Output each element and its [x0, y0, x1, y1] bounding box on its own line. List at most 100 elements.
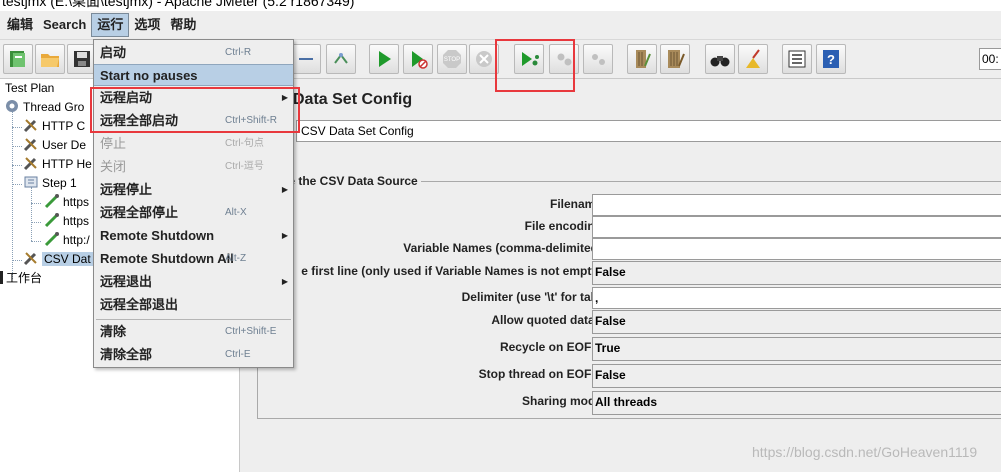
stop-button[interactable]: STOP	[437, 44, 467, 74]
reset-search-button[interactable]	[738, 44, 768, 74]
menu-item-clear[interactable]: 清除 Ctrl+Shift-E	[94, 321, 293, 343]
minus-icon	[299, 58, 313, 60]
csv-source-fieldset: gure the CSV Data Source Filename: File …	[257, 174, 1001, 419]
recycle-eof-select[interactable]: True	[592, 337, 1001, 361]
menu-item-label: 远程停止	[100, 182, 153, 197]
variable-names-field[interactable]	[592, 238, 1001, 260]
menu-item-shutdown[interactable]: 关闭 Ctrl-逗号	[94, 156, 293, 178]
remote-exit-icon	[592, 54, 605, 65]
allow-quoted-select[interactable]: False	[592, 310, 1001, 334]
submenu-arrow-icon: ▶	[281, 231, 288, 240]
file-encoding-field[interactable]	[592, 216, 1001, 238]
function-helper-button[interactable]	[782, 44, 812, 74]
menu-item-label: 远程退出	[100, 274, 153, 289]
name-field[interactable]: CSV Data Set Config	[296, 120, 1001, 142]
menu-item-accelerator: Ctrl-逗号	[225, 161, 264, 172]
menu-item-accelerator: Ctrl+Shift-E	[225, 326, 277, 337]
menu-item-label: 启动	[100, 45, 127, 60]
menu-item-accelerator: Alt-X	[225, 207, 247, 218]
tree-node-https-2[interactable]: https	[44, 212, 89, 231]
menu-item-remote-stop[interactable]: 远程停止 ▶	[94, 179, 293, 201]
menu-item-label: 清除	[100, 324, 127, 339]
menu-item-start[interactable]: 启动 Ctrl-R	[94, 42, 293, 64]
open-button[interactable]	[35, 44, 65, 74]
tree-node-label: User De	[42, 138, 87, 152]
sharing-mode-row: Sharing mode: All threads	[258, 391, 1001, 415]
collapse-all-button[interactable]	[291, 44, 321, 74]
delimiter-field[interactable]: ,	[592, 287, 1001, 309]
menu-item-start-no-pauses[interactable]: Start no pauses	[94, 64, 293, 86]
tree-node-label: https	[63, 195, 90, 209]
broom-all-icon	[668, 50, 685, 68]
recycle-eof-label: Recycle on EOF ?:	[499, 340, 606, 354]
tree-node-csv-data[interactable]: CSV Dat	[23, 250, 93, 269]
templates-icon	[10, 51, 25, 67]
allow-quoted-label: Allow quoted data?:	[491, 313, 606, 327]
tree-node-label: Thread Gro	[23, 100, 85, 114]
workbench-icon	[0, 271, 3, 284]
stop-thread-eof-select[interactable]: False	[592, 364, 1001, 388]
menu-item-label: 停止	[100, 136, 127, 151]
tree-node-label: Test Plan	[5, 81, 55, 95]
menu-item-remote-exit-all[interactable]: 远程全部退出	[94, 294, 293, 316]
ignore-first-line-select[interactable]: False	[592, 261, 1001, 285]
menu-help[interactable]: 帮助	[165, 13, 201, 37]
menu-run[interactable]: 运行	[91, 13, 130, 37]
menu-item-stop[interactable]: 停止 Ctrl-句点	[94, 133, 293, 155]
clear-button[interactable]	[627, 44, 657, 74]
wrench-icon	[23, 117, 39, 133]
tree-node-label: HTTP He	[42, 157, 92, 171]
tree-node-label: 工作台	[6, 271, 43, 285]
menu-item-remote-exit[interactable]: 远程退出 ▶	[94, 271, 293, 293]
svg-text:?: ?	[827, 52, 835, 67]
folder-open-icon	[41, 54, 59, 67]
menu-item-remote-shutdown-all[interactable]: Remote Shutdown All Alt-Z	[94, 248, 293, 270]
tree-node-label: CSV Dat	[42, 252, 93, 266]
pipette-icon	[44, 193, 60, 209]
menu-item-clear-all[interactable]: 清除全部 Ctrl-E	[94, 344, 293, 366]
tree-node-test-plan[interactable]: Test Plan	[5, 79, 54, 98]
menu-search[interactable]: Search	[38, 13, 91, 37]
tree-node-step-1[interactable]: Step 1	[23, 174, 77, 193]
menu-separator	[96, 319, 291, 320]
menu-bar: 编辑 Search 运行 选项 帮助	[0, 11, 1001, 39]
tree-node-thread-group[interactable]: Thread Gro	[4, 98, 84, 117]
start-no-pauses-button[interactable]	[403, 44, 433, 74]
search-button[interactable]	[705, 44, 735, 74]
stop-icon: STOP	[443, 50, 461, 68]
tree-node-workbench[interactable]: 工作台	[0, 269, 42, 288]
pipette-icon	[44, 231, 60, 247]
ignore-first-line-row: e first line (only used if Variable Name…	[258, 261, 1001, 285]
stop-thread-eof-row: Stop thread on EOF ?: False	[258, 364, 1001, 388]
elapsed-timer: 00:	[979, 48, 1001, 70]
menu-edit[interactable]: 编辑	[2, 13, 38, 37]
gear-icon	[4, 98, 20, 114]
tree-node-https-1[interactable]: https	[44, 193, 89, 212]
tree-node-http-header[interactable]: HTTP He	[23, 155, 92, 174]
wrench-icon	[23, 155, 39, 171]
csv-config-panel: Data Set Config CSV Data Set Config gure…	[241, 79, 1001, 472]
remote-exit-all-button[interactable]	[583, 44, 613, 74]
toggle-button[interactable]	[326, 44, 356, 74]
recycle-eof-row: Recycle on EOF ?: True	[258, 337, 1001, 361]
menu-options[interactable]: 选项	[129, 13, 165, 37]
allow-quoted-row: Allow quoted data?: False	[258, 310, 1001, 334]
panel-title: Data Set Config	[293, 91, 413, 108]
broom-icon	[636, 50, 651, 68]
menu-item-label: Start no pauses	[100, 68, 198, 83]
filename-field[interactable]	[592, 194, 1001, 216]
tree-node-label: http:/	[63, 233, 90, 247]
tree-node-http-config[interactable]: HTTP C	[23, 117, 85, 136]
start-button[interactable]	[369, 44, 399, 74]
help-button[interactable]: ?	[816, 44, 846, 74]
clear-all-button[interactable]	[660, 44, 690, 74]
controller-icon	[23, 174, 39, 190]
tree-node-user-defined[interactable]: User De	[23, 136, 86, 155]
menu-item-remote-shutdown[interactable]: Remote Shutdown ▶	[94, 225, 293, 247]
tree-node-http-3[interactable]: http:/	[44, 231, 90, 250]
menu-item-remote-stop-all[interactable]: 远程全部停止 Alt-X	[94, 202, 293, 224]
variable-names-row: Variable Names (comma-delimited):	[258, 238, 1001, 260]
sharing-mode-select[interactable]: All threads	[592, 391, 1001, 415]
tree-node-label: https	[63, 214, 90, 228]
templates-button[interactable]	[3, 44, 33, 74]
